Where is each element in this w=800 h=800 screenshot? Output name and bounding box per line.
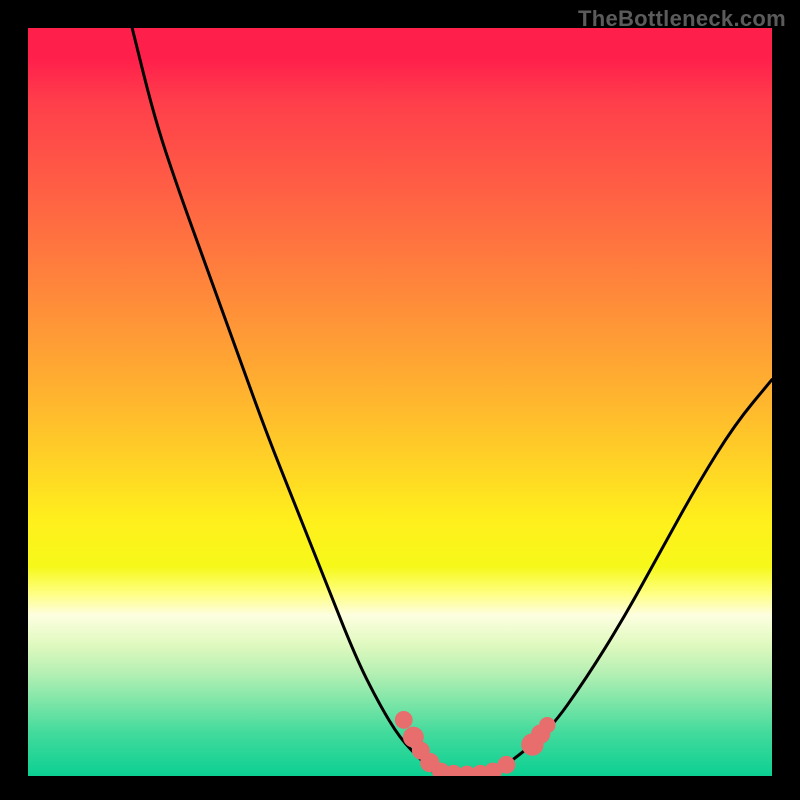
marker-floor-2 (445, 765, 463, 776)
attribution-label: TheBottleneck.com (578, 6, 786, 32)
marker-left-4 (420, 753, 439, 772)
bottleneck-curve-path (132, 28, 772, 776)
marker-right-4 (539, 717, 555, 733)
marker-right-3 (531, 724, 550, 743)
curve-layer (28, 28, 772, 776)
marker-right-2 (521, 733, 543, 755)
marker-floor-1 (432, 763, 450, 776)
markers-group (395, 711, 556, 776)
bottleneck-curve (132, 28, 772, 776)
marker-floor-3 (458, 766, 476, 776)
marker-left-2 (403, 727, 424, 748)
marker-floor-4 (471, 765, 489, 776)
marker-left-1 (395, 711, 413, 729)
marker-left-3 (412, 742, 430, 760)
chart-frame: TheBottleneck.com (0, 0, 800, 800)
plot-area (28, 28, 772, 776)
marker-right-1 (497, 756, 515, 774)
marker-floor-5 (484, 763, 502, 776)
